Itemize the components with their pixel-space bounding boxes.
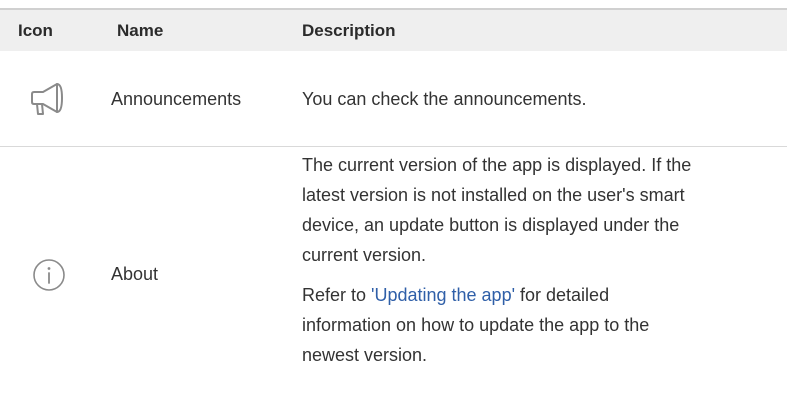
header-description-column: Description <box>302 21 396 40</box>
feature-table: Icon Name Description Announcements You … <box>0 0 787 402</box>
row-description-about: The current version of the app is displa… <box>302 150 787 370</box>
table-row-announcements: Announcements You can check the announce… <box>0 51 787 147</box>
info-icon <box>14 147 84 402</box>
row-description-announcements: You can check the announcements. <box>302 89 587 109</box>
header-name-column: Name <box>117 21 164 40</box>
updating-the-app-link[interactable]: 'Updating the app' <box>371 285 515 305</box>
header-icon-column: Icon <box>18 21 53 40</box>
table-header: Icon Name Description <box>0 8 787 51</box>
table-row-about: About The current version of the app is … <box>0 147 787 402</box>
row-name-announcements: Announcements <box>111 89 242 109</box>
row-name-about: About <box>111 264 159 284</box>
megaphone-icon <box>14 51 84 147</box>
about-paragraph-2: Refer to 'Updating the app' for detailed… <box>302 285 650 365</box>
about-paragraph-1: The current version of the app is displa… <box>302 155 692 265</box>
